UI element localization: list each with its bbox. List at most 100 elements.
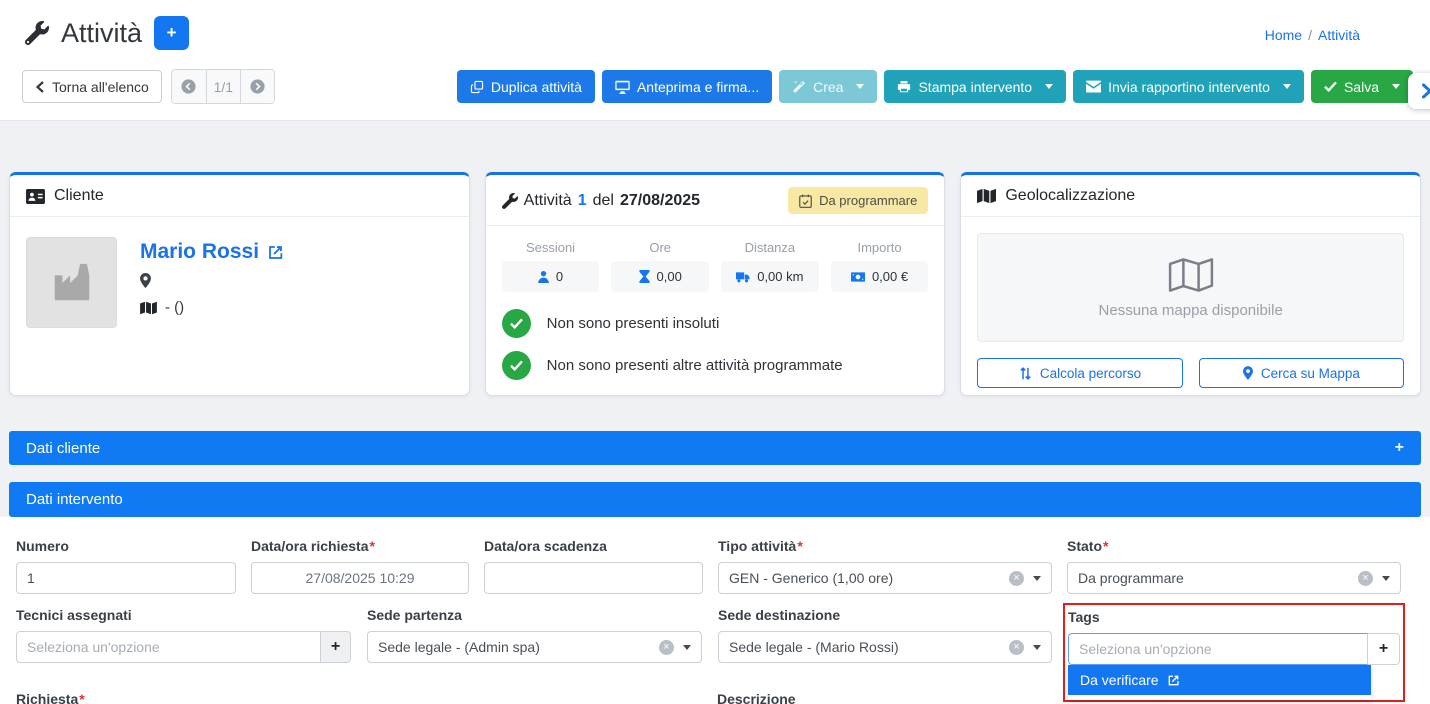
data-richiesta-input[interactable]	[251, 562, 469, 594]
clear-icon[interactable]	[1009, 640, 1024, 655]
money-icon	[851, 272, 865, 282]
caret-down-icon	[1033, 576, 1041, 581]
external-link-icon	[267, 244, 284, 261]
add-tecnico-button[interactable]: +	[321, 631, 351, 663]
data-richiesta-label: Data/ora richiesta*	[251, 538, 469, 554]
toolbar: Torna all'elenco 1/1 Duplica attività An…	[0, 50, 1430, 120]
truck-icon	[736, 271, 750, 283]
clear-icon[interactable]	[1009, 571, 1024, 586]
clear-icon[interactable]	[659, 640, 674, 655]
add-tag-button[interactable]: +	[1368, 633, 1400, 665]
tag-option-da-verificare[interactable]: Da verificare	[1068, 665, 1371, 695]
required-asterisk: *	[1103, 538, 1108, 554]
prev-record-button[interactable]	[172, 70, 206, 103]
stato-label: Stato*	[1067, 538, 1401, 554]
breadcrumb-current-link[interactable]: Attività	[1318, 27, 1360, 43]
preview-sign-button[interactable]: Anteprima e firma...	[602, 70, 772, 103]
save-button[interactable]: Salva	[1311, 70, 1413, 103]
section-dati-intervento[interactable]: Dati intervento	[9, 482, 1421, 517]
page-header: Attività + Home / Attività	[0, 0, 1430, 50]
sede-destinazione-select[interactable]: Sede legale - (Mario Rossi)	[718, 631, 1052, 663]
side-panel-toggle-button[interactable]	[1408, 73, 1430, 109]
record-pager: 1/1	[171, 69, 275, 104]
check-circle-icon	[502, 351, 531, 380]
stat-ore: Ore 0,00	[611, 240, 709, 292]
intervention-form: Numero Data/ora richiesta* Data/ora scad…	[0, 517, 1430, 698]
check-altre-attivita: Non sono presenti altre attività program…	[502, 351, 929, 380]
caret-down-icon	[1045, 84, 1053, 89]
route-icon	[1019, 367, 1032, 380]
caret-down-icon	[683, 645, 691, 650]
printer-icon	[897, 80, 911, 94]
breadcrumb-separator: /	[1308, 27, 1312, 43]
plus-icon: +	[331, 638, 340, 655]
search-on-map-button[interactable]: Cerca su Mappa	[1199, 358, 1404, 388]
create-button[interactable]: Crea	[779, 70, 877, 103]
required-asterisk: *	[370, 538, 375, 554]
send-report-button[interactable]: Invia rapportino intervento	[1073, 70, 1304, 103]
next-record-button[interactable]	[240, 70, 274, 103]
print-intervention-button[interactable]: Stampa intervento	[884, 70, 1066, 103]
sede-partenza-label: Sede partenza	[367, 607, 702, 623]
breadcrumb-home-link[interactable]: Home	[1265, 27, 1302, 43]
calculate-route-button[interactable]: Calcola percorso	[977, 358, 1182, 388]
numero-input[interactable]	[16, 562, 236, 594]
page-title: Attività	[61, 18, 142, 49]
sede-destinazione-label: Sede destinazione	[718, 607, 1052, 623]
map-placeholder: Nessuna mappa disponibile	[977, 233, 1404, 342]
tipo-attivita-select[interactable]: GEN - Generico (1,00 ore)	[718, 562, 1052, 594]
data-scadenza-input[interactable]	[484, 562, 703, 594]
tipo-attivita-label: Tipo attività*	[718, 538, 1052, 554]
section-dati-cliente[interactable]: Dati cliente +	[9, 431, 1421, 465]
caret-down-icon	[1392, 84, 1400, 89]
stat-importo: Importo 0,00 €	[831, 240, 929, 292]
magic-wand-icon	[792, 80, 806, 94]
circle-arrow-left-icon	[180, 78, 197, 95]
activity-date: 27/08/2025	[620, 192, 700, 210]
desktop-icon	[615, 80, 630, 94]
data-scadenza-label: Data/ora scadenza	[484, 538, 703, 554]
external-link-icon	[1167, 674, 1180, 687]
stat-sessioni: Sessioni 0	[502, 240, 600, 292]
sede-partenza-select[interactable]: Sede legale - (Admin spa)	[367, 631, 702, 663]
status-badge: Da programmare	[788, 187, 928, 214]
geolocation-card: Geolocalizzazione Nessuna mappa disponib…	[960, 172, 1421, 396]
user-icon	[538, 271, 549, 283]
caret-down-icon	[1283, 84, 1291, 89]
add-activity-button[interactable]: +	[154, 16, 189, 50]
caret-down-icon	[1033, 645, 1041, 650]
client-name-link[interactable]: Mario Rossi	[140, 240, 284, 264]
map-outline-icon	[1168, 256, 1214, 294]
numero-label: Numero	[16, 538, 236, 554]
stato-select[interactable]: Da programmare	[1067, 562, 1401, 594]
check-icon	[1324, 81, 1337, 92]
client-card-title: Cliente	[54, 187, 104, 205]
tags-input[interactable]	[1068, 633, 1368, 665]
caret-down-icon	[1382, 576, 1390, 581]
tags-dropdown: Da verificare	[1068, 665, 1371, 700]
map-icon	[140, 301, 157, 315]
activity-number: 1	[578, 192, 587, 210]
chevron-left-icon	[35, 81, 45, 93]
duplicate-activity-button[interactable]: Duplica attività	[457, 70, 595, 103]
calendar-check-icon	[799, 194, 812, 208]
richiesta-label: Richiesta*	[16, 691, 702, 704]
activity-card: Attività 1 del 27/08/2025 Da programmare…	[485, 172, 946, 396]
address-card-icon	[26, 189, 45, 204]
tecnici-input[interactable]	[16, 631, 321, 663]
tecnici-label: Tecnici assegnati	[16, 607, 351, 623]
plus-icon: +	[1379, 640, 1388, 657]
clear-icon[interactable]	[1358, 571, 1373, 586]
map-marker-icon	[1243, 366, 1253, 380]
envelope-icon	[1086, 80, 1101, 93]
activity-title-prefix: Attività	[524, 192, 572, 210]
expand-icon: +	[1395, 439, 1404, 457]
map-marker-icon	[140, 273, 151, 288]
back-to-list-button[interactable]: Torna all'elenco	[22, 70, 162, 103]
activity-title-mid: del	[593, 192, 614, 210]
client-photo-placeholder	[26, 237, 117, 328]
tags-highlight-box: Tags + Da verificare	[1063, 603, 1405, 702]
map-icon	[977, 188, 996, 204]
check-circle-icon	[502, 309, 531, 338]
required-asterisk: *	[797, 538, 802, 554]
